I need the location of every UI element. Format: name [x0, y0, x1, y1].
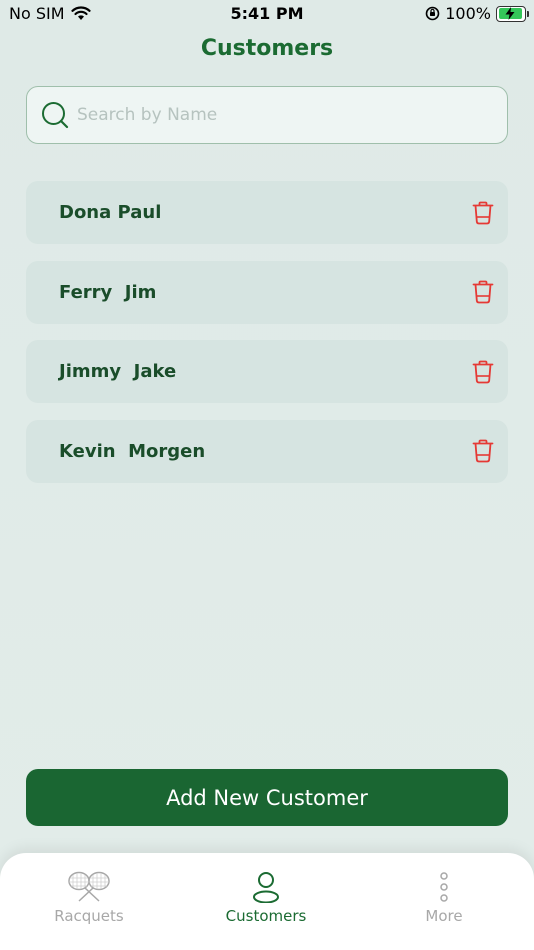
- trash-icon[interactable]: [470, 200, 496, 226]
- add-customer-button[interactable]: Add New Customer: [26, 769, 508, 826]
- customer-name: Dona Paul: [59, 202, 162, 223]
- customer-name: Kevin Morgen: [59, 440, 206, 462]
- status-bar: No SIM 5:41 PM 100%: [0, 0, 534, 28]
- customer-name: Jimmy Jake: [59, 361, 177, 382]
- customer-row[interactable]: Dona Paul: [26, 181, 508, 244]
- tab-customers[interactable]: Customers: [196, 871, 336, 925]
- tab-bar: Racquets Customers More: [0, 853, 534, 950]
- page-title: Customers: [200, 36, 334, 61]
- battery-percent: 100%: [445, 4, 491, 23]
- tab-more[interactable]: More: [374, 871, 514, 925]
- person-icon: [253, 872, 279, 903]
- tab-racquets-label: Racquets: [54, 907, 124, 925]
- orientation-lock-icon: [425, 6, 440, 21]
- charging-bolt-icon: [505, 6, 515, 20]
- status-right: 100%: [425, 4, 529, 23]
- customer-row[interactable]: Jimmy Jake: [26, 340, 508, 403]
- tab-customers-label: Customers: [225, 907, 307, 925]
- screen: No SIM 5:41 PM 100% Customers Search by …: [0, 0, 534, 950]
- customer-list: Dona Paul Ferry Jim Jimmy Jake Kevin Mor…: [26, 181, 508, 499]
- customer-name: Ferry Jim: [59, 281, 157, 303]
- tab-more-label: More: [425, 907, 463, 925]
- search-icon: [42, 102, 69, 129]
- search-box[interactable]: [26, 86, 508, 144]
- racquets-icon: [68, 871, 110, 902]
- trash-icon[interactable]: [470, 279, 496, 305]
- customer-row[interactable]: Ferry Jim: [26, 260, 508, 324]
- tab-racquets[interactable]: Racquets: [19, 871, 159, 925]
- more-icon: [440, 872, 448, 902]
- trash-icon[interactable]: [470, 359, 496, 385]
- customer-row[interactable]: Kevin Morgen: [26, 419, 508, 483]
- search-input[interactable]: [77, 105, 477, 125]
- trash-icon[interactable]: [470, 438, 496, 464]
- battery-icon: [496, 5, 529, 22]
